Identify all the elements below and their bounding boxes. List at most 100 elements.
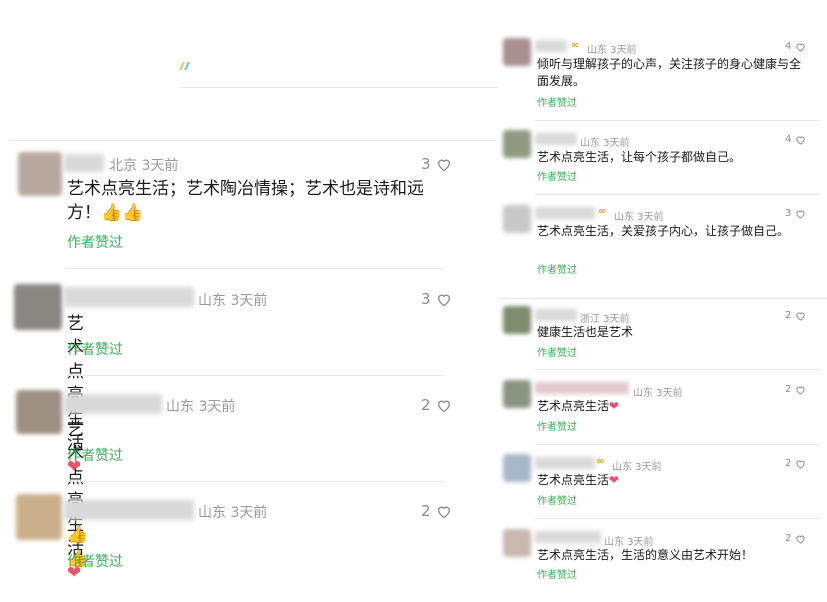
avatar[interactable]	[14, 284, 62, 330]
left-comment-panel: 北京 3天前 3 艺术点亮生活；艺术陶冶情操；艺术也是诗和远方！👍👍 作者赞过 …	[0, 0, 498, 602]
like-count: 3	[421, 155, 431, 173]
author-liked-label: 作者赞过	[537, 422, 577, 433]
heart-emoji: ❤	[609, 473, 620, 487]
author-liked-label: 作者赞过	[537, 98, 577, 109]
avatar[interactable]	[503, 380, 531, 408]
heart-outline-icon	[796, 210, 806, 219]
divider	[535, 369, 820, 370]
divider	[535, 518, 820, 519]
avatar[interactable]	[503, 38, 531, 66]
username-blurred[interactable]	[535, 309, 577, 321]
like-count: 4	[785, 41, 792, 52]
username-blurred[interactable]	[64, 154, 104, 172]
like-button[interactable]: 3	[421, 290, 452, 308]
avatar[interactable]	[16, 494, 62, 540]
like-button[interactable]: 2	[785, 458, 806, 469]
author-liked-label: 作者赞过	[67, 342, 123, 358]
avatar[interactable]	[18, 152, 62, 196]
like-button[interactable]: 2	[785, 533, 806, 544]
username-blurred[interactable]	[535, 531, 601, 543]
avatar[interactable]	[503, 205, 531, 233]
comment-meta: 山东 3天前	[166, 399, 236, 415]
avatar[interactable]	[16, 390, 62, 434]
like-button[interactable]: 2	[421, 502, 452, 520]
heart-outline-icon	[796, 312, 806, 321]
heart-outline-icon	[796, 460, 806, 469]
username-blurred[interactable]	[535, 382, 629, 394]
infinity-badge-icon: ∞	[571, 40, 580, 51]
like-button[interactable]: 3	[785, 208, 806, 219]
divider	[535, 194, 820, 195]
comment-meta: 山东 3天前	[198, 505, 268, 521]
comment-text: 艺术点亮生活；艺术陶冶情操；艺术也是诗和远方！👍👍	[67, 178, 447, 226]
like-count: 2	[421, 396, 431, 414]
comment-meta: 山东 3天前	[614, 212, 664, 223]
like-button[interactable]: 3	[421, 155, 452, 173]
heart-outline-icon	[437, 400, 450, 412]
comment-meta: 山东 3天前	[580, 138, 630, 149]
heart-outline-icon	[796, 43, 806, 52]
username-blurred[interactable]	[535, 40, 567, 52]
heart-outline-icon	[796, 386, 806, 395]
author-liked-label: 作者赞过	[537, 265, 577, 276]
username-blurred[interactable]	[64, 287, 194, 307]
brand-mark-icon	[179, 62, 193, 70]
comment-text: 健康生活也是艺术	[537, 325, 634, 339]
author-liked-label: 作者赞过	[67, 235, 123, 251]
avatar[interactable]	[503, 529, 531, 557]
avatar[interactable]	[503, 306, 531, 334]
comment-meta: 山东 3天前	[633, 388, 683, 399]
like-button[interactable]: 4	[785, 134, 806, 145]
like-count: 3	[785, 208, 792, 219]
username-blurred[interactable]	[535, 133, 577, 145]
like-button[interactable]: 4	[785, 41, 806, 52]
heart-outline-icon	[796, 535, 806, 544]
author-liked-label: 作者赞过	[537, 172, 577, 183]
divider	[535, 444, 820, 445]
heart-outline-icon	[437, 506, 450, 518]
username-blurred[interactable]	[535, 457, 595, 469]
avatar[interactable]	[503, 130, 531, 158]
comment-text: 艺术点亮生活，生活的意义由艺术开始！	[537, 548, 754, 562]
infinity-badge-icon: ∞	[598, 206, 607, 217]
username-blurred[interactable]	[535, 207, 595, 219]
like-count: 3	[421, 290, 431, 308]
username-blurred[interactable]	[64, 394, 162, 414]
like-count: 2	[785, 533, 792, 544]
heart-outline-icon	[437, 294, 450, 306]
heart-outline-icon	[796, 136, 806, 145]
author-liked-label: 作者赞过	[537, 348, 577, 359]
divider	[66, 481, 444, 482]
comment-meta: 北京 3天前	[109, 158, 179, 174]
comment-text: 倾听与理解孩子的心声，关注孩子的身心健康与全面发展。	[537, 57, 802, 89]
comment-text: 艺术点亮生活，让每个孩子都做自己。	[537, 150, 742, 164]
comment-text: 艺术点亮生活，关爱孩子内心，让孩子做自己。	[537, 224, 790, 238]
like-button[interactable]: 2	[785, 310, 806, 321]
like-count: 2	[785, 310, 792, 321]
comment-meta: 山东 3天前	[612, 462, 662, 473]
author-liked-label: 作者赞过	[537, 570, 577, 581]
comment-meta: 山东 3天前	[604, 537, 654, 548]
right-comment-panel: ∞ 山东 3天前 4 倾听与理解孩子的心声，关注孩子的身心健康与全面发展。 作者…	[498, 0, 827, 602]
comment-meta: 山东 3天前	[198, 293, 268, 309]
heart-outline-icon	[437, 159, 450, 171]
comment-text: 艺术点亮生活❤	[537, 398, 619, 415]
like-count: 2	[421, 502, 431, 520]
like-count: 2	[785, 384, 792, 395]
comment-meta: 山东 3天前	[587, 45, 637, 56]
divider	[66, 268, 444, 269]
username-blurred[interactable]	[64, 500, 194, 520]
like-button[interactable]: 2	[785, 384, 806, 395]
like-button[interactable]: 2	[421, 396, 452, 414]
divider	[498, 298, 827, 299]
like-count: 4	[785, 134, 792, 145]
divider	[535, 120, 820, 121]
avatar[interactable]	[503, 454, 531, 482]
author-liked-label: 作者赞过	[537, 496, 577, 507]
divider	[66, 375, 444, 376]
divider	[10, 140, 498, 141]
like-count: 2	[785, 458, 792, 469]
author-liked-label: 作者赞过	[67, 554, 123, 570]
infinity-badge-icon: ∞	[596, 456, 605, 467]
author-liked-label: 作者赞过	[67, 448, 123, 464]
